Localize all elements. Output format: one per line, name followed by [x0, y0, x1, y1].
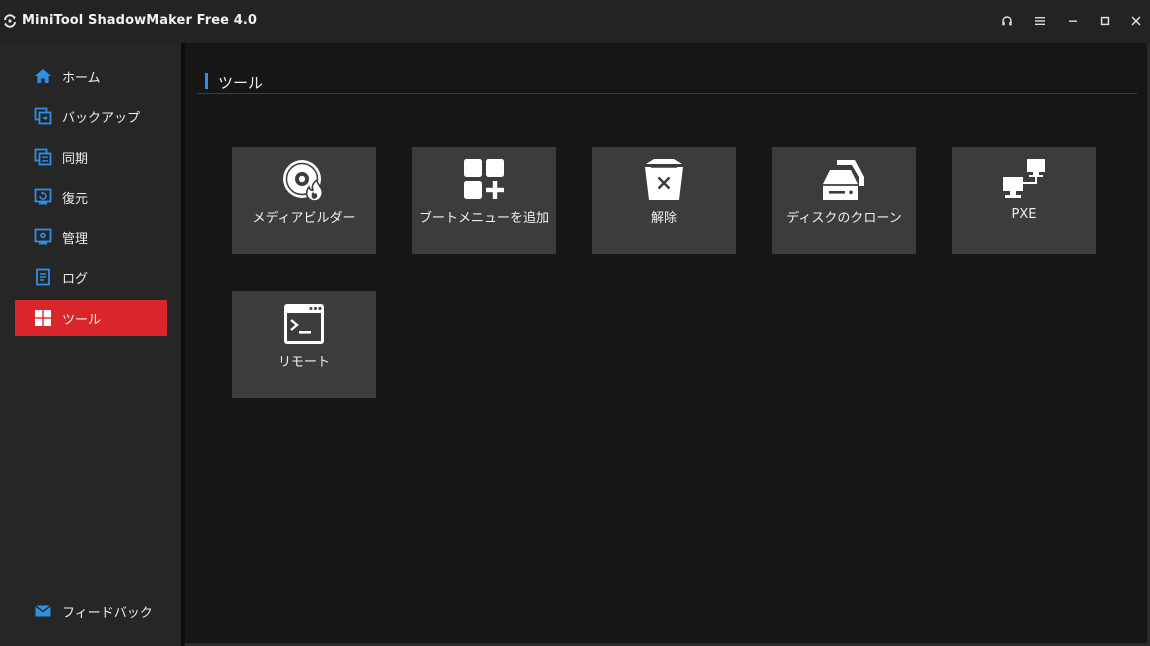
tool-label: ブートメニューを追加	[418, 211, 549, 226]
sidebar-item-label: 管理	[62, 231, 89, 247]
sidebar-item-backup[interactable]: バックアップ	[15, 98, 167, 134]
tool-label: 解除	[650, 211, 677, 226]
app-logo-icon	[2, 13, 18, 29]
sidebar-item-label: ツール	[62, 312, 102, 328]
tool-pxe[interactable]: PXE	[952, 147, 1096, 254]
tool-label: リモート	[277, 355, 330, 370]
unmount-icon	[641, 157, 687, 203]
tools-icon	[34, 309, 52, 327]
mail-icon	[34, 602, 52, 620]
sidebar-item-restore[interactable]: 復元	[15, 179, 167, 215]
sync-icon	[34, 148, 52, 166]
restore-icon	[34, 188, 52, 206]
menu-icon[interactable]	[1031, 12, 1049, 30]
sidebar-item-label: 同期	[62, 151, 89, 167]
sidebar-item-log[interactable]: ログ	[15, 259, 167, 295]
manage-icon	[34, 228, 52, 246]
backup-icon	[34, 107, 52, 125]
tool-label: PXE	[1011, 207, 1037, 222]
clone-disk-icon	[821, 157, 867, 203]
log-icon	[34, 268, 52, 286]
tool-label: ディスクのクローン	[786, 211, 902, 226]
close-button[interactable]	[1127, 12, 1145, 30]
tool-unmount[interactable]: 解除	[592, 147, 736, 254]
sidebar: ホーム バックアップ 同期 復元 管理 ログ ツール フィードバック	[0, 43, 181, 646]
section-marker	[205, 73, 208, 89]
minimize-button[interactable]	[1064, 12, 1082, 30]
feedback-label: フィードバック	[62, 605, 153, 621]
remote-terminal-icon	[281, 301, 327, 347]
section-divider	[197, 93, 1137, 94]
media-builder-icon	[281, 157, 327, 203]
pxe-network-icon	[1001, 157, 1047, 203]
sidebar-item-home[interactable]: ホーム	[15, 58, 167, 94]
sidebar-item-manage[interactable]: 管理	[15, 219, 167, 255]
tool-clone-disk[interactable]: ディスクのクローン	[772, 147, 916, 254]
support-headset-icon[interactable]	[998, 12, 1016, 30]
sidebar-item-label: 復元	[62, 191, 89, 207]
sidebar-divider	[181, 43, 185, 646]
maximize-button[interactable]	[1096, 12, 1114, 30]
tool-add-boot-menu[interactable]: ブートメニューを追加	[412, 147, 556, 254]
tool-remote[interactable]: リモート	[232, 291, 376, 398]
title-bar: MiniTool ShadowMaker Free 4.0	[0, 0, 1150, 43]
sidebar-item-label: バックアップ	[62, 110, 141, 126]
home-icon	[34, 67, 52, 85]
feedback-button[interactable]: フィードバック	[15, 593, 167, 629]
sidebar-item-label: ホーム	[62, 70, 101, 86]
tool-media-builder[interactable]: メディアビルダー	[232, 147, 376, 254]
sidebar-item-tools[interactable]: ツール	[15, 300, 167, 336]
add-boot-menu-icon	[461, 157, 507, 203]
page-title: ツール	[218, 74, 264, 92]
sidebar-item-label: ログ	[62, 271, 89, 287]
tool-label: メディアビルダー	[252, 211, 356, 226]
sidebar-item-sync[interactable]: 同期	[15, 139, 167, 175]
app-title: MiniTool ShadowMaker Free 4.0	[22, 13, 258, 28]
